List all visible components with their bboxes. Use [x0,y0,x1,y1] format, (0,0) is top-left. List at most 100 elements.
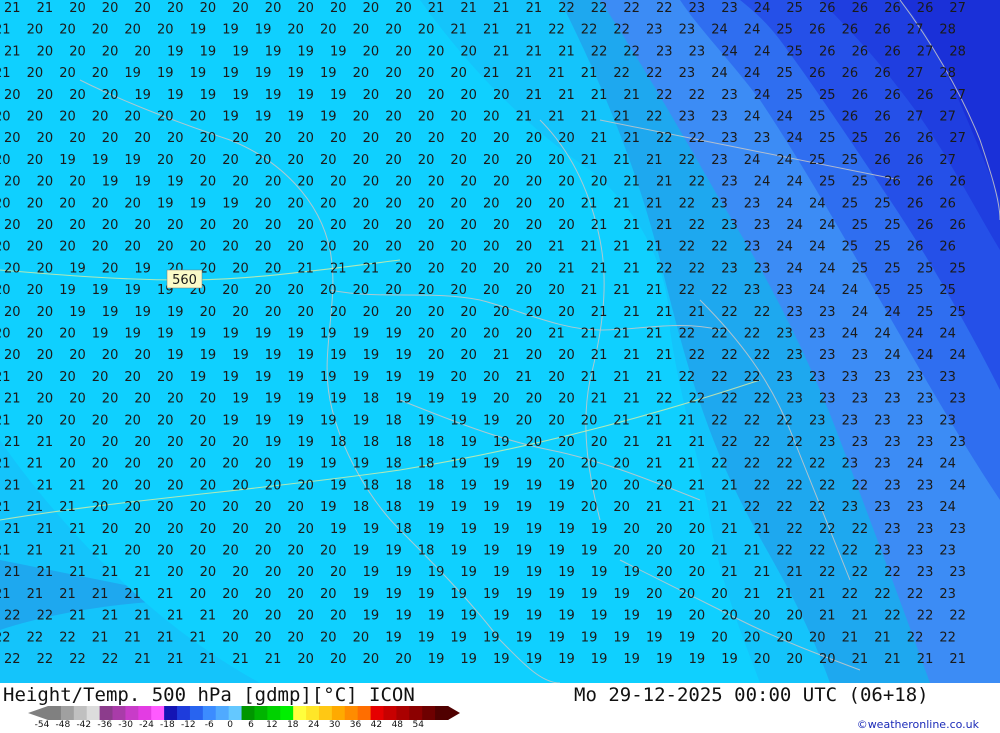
temp-label: 20 [721,609,738,624]
temp-label: 21 [37,435,54,450]
temp-label: 20 [255,283,272,298]
temp-label: 20 [27,413,44,428]
temp-label: 25 [819,131,836,146]
temp-label: 20 [287,544,304,559]
legend-tick-label: 24 [308,720,320,728]
temp-label: 20 [450,370,467,385]
temp-label: 21 [0,544,11,559]
temp-label: 20 [526,348,543,363]
temp-label: 19 [428,392,445,407]
temp-label: 20 [4,131,21,146]
temp-label: 22 [613,66,630,81]
temp-label: 19 [526,652,543,667]
legend-tick-label: -54 [35,720,50,728]
temp-label: 20 [102,435,119,450]
temp-label: 20 [69,218,86,233]
temp-label: 20 [613,500,630,515]
temp-label: 19 [222,327,239,342]
temp-label: 20 [255,630,272,645]
temp-label: 23 [949,565,966,580]
temp-label: 18 [395,435,412,450]
temp-label: 20 [157,23,174,38]
temp-label: 24 [786,261,803,276]
temp-label: 20 [711,587,728,602]
temp-label: 21 [516,370,533,385]
temp-label: 19 [222,196,239,211]
temp-label: 20 [287,23,304,38]
temp-label: 20 [222,240,239,255]
temp-label: 26 [907,196,924,211]
temp-label: 22 [852,565,869,580]
legend-color-cell [331,706,346,720]
temp-label: 20 [558,305,575,320]
temp-label: 19 [167,348,184,363]
temp-label: 20 [428,131,445,146]
temp-label: 19 [232,88,249,103]
temp-label: 21 [591,261,608,276]
temp-label: 22 [656,392,673,407]
temp-label: 19 [124,283,141,298]
temp-label: 25 [917,305,934,320]
temp-label: 23 [874,544,891,559]
temp-label: 20 [59,110,76,125]
valid-time: Mo 29-12-2025 00:00 UTC (06+18) [574,684,929,706]
temp-label: 23 [679,66,696,81]
temp-label: 18 [385,500,402,515]
temp-label: 24 [754,1,771,16]
temp-label: 21 [69,609,86,624]
temp-label: 22 [711,327,728,342]
temp-label: 20 [0,196,11,211]
temp-label: 19 [320,413,337,428]
temp-label: 23 [711,196,728,211]
temp-label: 26 [949,175,966,190]
temp-label: 20 [418,283,435,298]
temp-label: 24 [711,23,728,38]
contour-label-text: 560 [172,273,197,288]
temp-label: 22 [744,500,761,515]
temp-label: 22 [721,435,738,450]
temp-label: 19 [353,327,370,342]
temp-label: 22 [809,500,826,515]
temp-label: 19 [255,66,272,81]
temp-label: 20 [255,240,272,255]
temp-label: 19 [134,175,151,190]
temp-label: 20 [385,283,402,298]
temp-label: 24 [786,131,803,146]
temp-label: 20 [353,240,370,255]
temp-label: 18 [363,435,380,450]
temp-label: 20 [819,652,836,667]
temp-label: 20 [809,630,826,645]
temp-label: 22 [949,609,966,624]
temp-label: 20 [297,305,314,320]
temp-label: 20 [37,88,54,103]
temp-label: 21 [167,652,184,667]
temp-label: 24 [786,218,803,233]
legend-color-cell [357,706,372,720]
temp-label: 20 [222,457,239,472]
temp-label: 19 [385,327,402,342]
temp-label: 20 [450,283,467,298]
temp-label: 21 [200,652,217,667]
temp-label: 21 [581,66,598,81]
temp-label: 19 [222,66,239,81]
temp-label: 24 [874,327,891,342]
temp-label: 23 [809,413,826,428]
map-title: Height/Temp. 500 hPa [gdmp][°C] ICON [3,684,415,706]
temp-label: 25 [809,153,826,168]
temp-label: 23 [884,478,901,493]
temp-label: 25 [939,283,956,298]
temp-label: 19 [124,327,141,342]
temp-label: 25 [874,283,891,298]
temp-label: 20 [450,327,467,342]
temp-label: 20 [157,240,174,255]
temp-label: 20 [265,1,282,16]
temp-label: 23 [842,413,859,428]
temp-label: 21 [124,587,141,602]
temp-label: 19 [69,261,86,276]
temp-label: 21 [581,240,598,255]
temp-label: 20 [287,153,304,168]
temp-label: 20 [69,348,86,363]
credit-link[interactable]: ©weatheronline.co.uk [857,718,979,731]
temp-label: 20 [37,44,54,59]
temp-label: 21 [711,500,728,515]
